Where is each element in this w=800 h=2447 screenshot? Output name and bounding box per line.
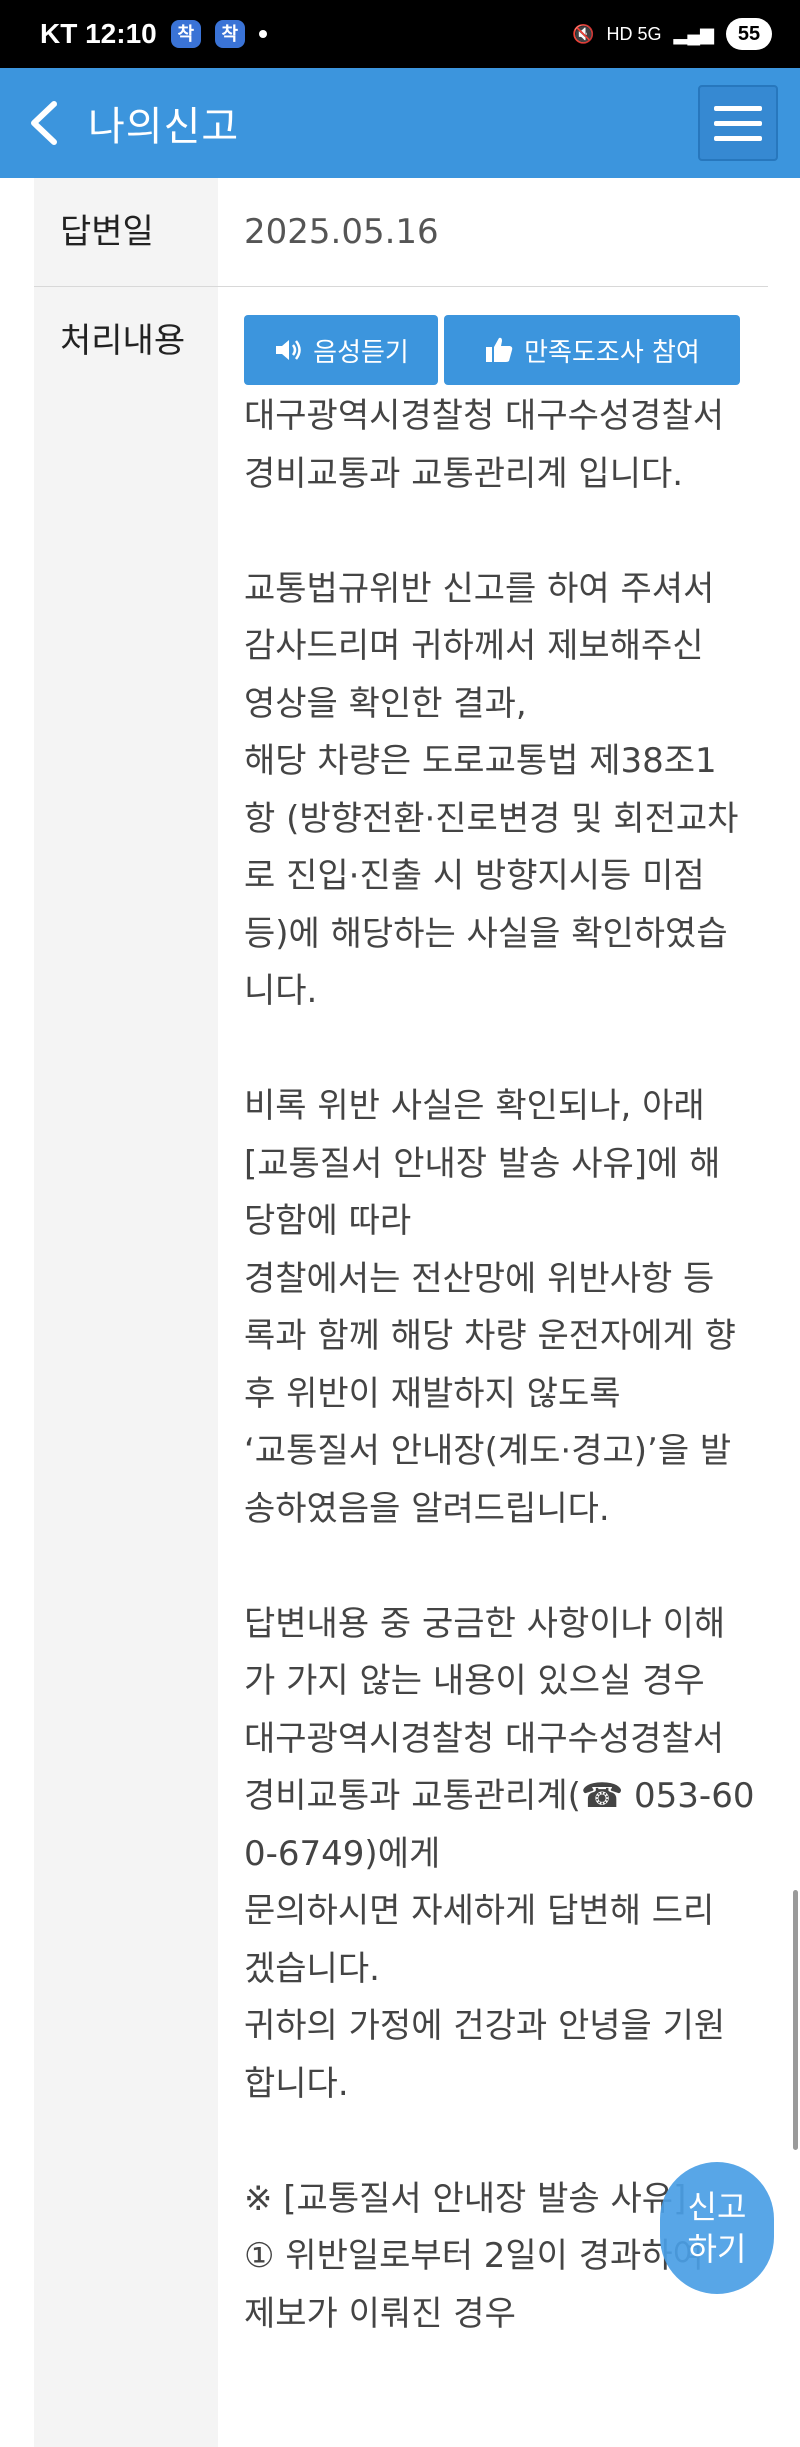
notification-dot-icon bbox=[258, 30, 267, 38]
notification-chip: 착 bbox=[170, 20, 201, 48]
mute-icon: 🔇 bbox=[572, 23, 595, 44]
battery-indicator: 55 bbox=[726, 18, 772, 50]
notification-chip: 착 bbox=[214, 20, 245, 48]
network-indicator: HD 5G bbox=[606, 23, 662, 44]
report-fab-label-1: 신고 bbox=[687, 2188, 747, 2226]
answer-text: 대구광역시경찰청 대구수성경찰서 경비교통과 교통관리계 입니다. 교통법규위반… bbox=[244, 396, 755, 2334]
answer-date-row: 답변일 2025.05.16 bbox=[34, 178, 768, 287]
action-buttons: 음성듣기 만족도조사 참여 bbox=[244, 315, 740, 385]
scrollbar[interactable] bbox=[793, 1890, 798, 2150]
thumbs-up-icon bbox=[486, 337, 513, 362]
hamburger-icon bbox=[714, 105, 762, 111]
speaker-icon bbox=[276, 340, 301, 360]
report-fab-label-2: 하기 bbox=[687, 2230, 747, 2268]
menu-button[interactable] bbox=[698, 85, 778, 161]
satisfaction-survey-label: 만족도조사 참여 bbox=[524, 337, 700, 368]
status-right: 🔇 HD 5G ▂▄▆ 55 bbox=[572, 18, 772, 50]
listen-voice-label: 음성듣기 bbox=[313, 337, 409, 368]
signal-icon: ▂▄▆ bbox=[673, 23, 714, 44]
satisfaction-survey-button[interactable]: 만족도조사 참여 bbox=[444, 315, 740, 385]
answer-date-value: 2025.05.16 bbox=[244, 212, 439, 252]
answer-date-label: 답변일 bbox=[34, 178, 218, 286]
carrier-time: KT 12:10 bbox=[40, 18, 157, 49]
back-button[interactable] bbox=[0, 68, 88, 178]
status-left: KT 12:10 착 착 bbox=[40, 18, 267, 50]
back-arrow-icon bbox=[31, 101, 57, 145]
status-bar: KT 12:10 착 착 🔇 HD 5G ▂▄▆ 55 bbox=[0, 0, 800, 68]
app-header: 나의신고 bbox=[0, 68, 800, 178]
page-title: 나의신고 bbox=[88, 104, 240, 150]
process-content-label: 처리내용 bbox=[34, 287, 218, 2447]
listen-voice-button[interactable]: 음성듣기 bbox=[244, 315, 438, 385]
report-fab-button[interactable]: 신고 하기 bbox=[660, 2162, 774, 2294]
